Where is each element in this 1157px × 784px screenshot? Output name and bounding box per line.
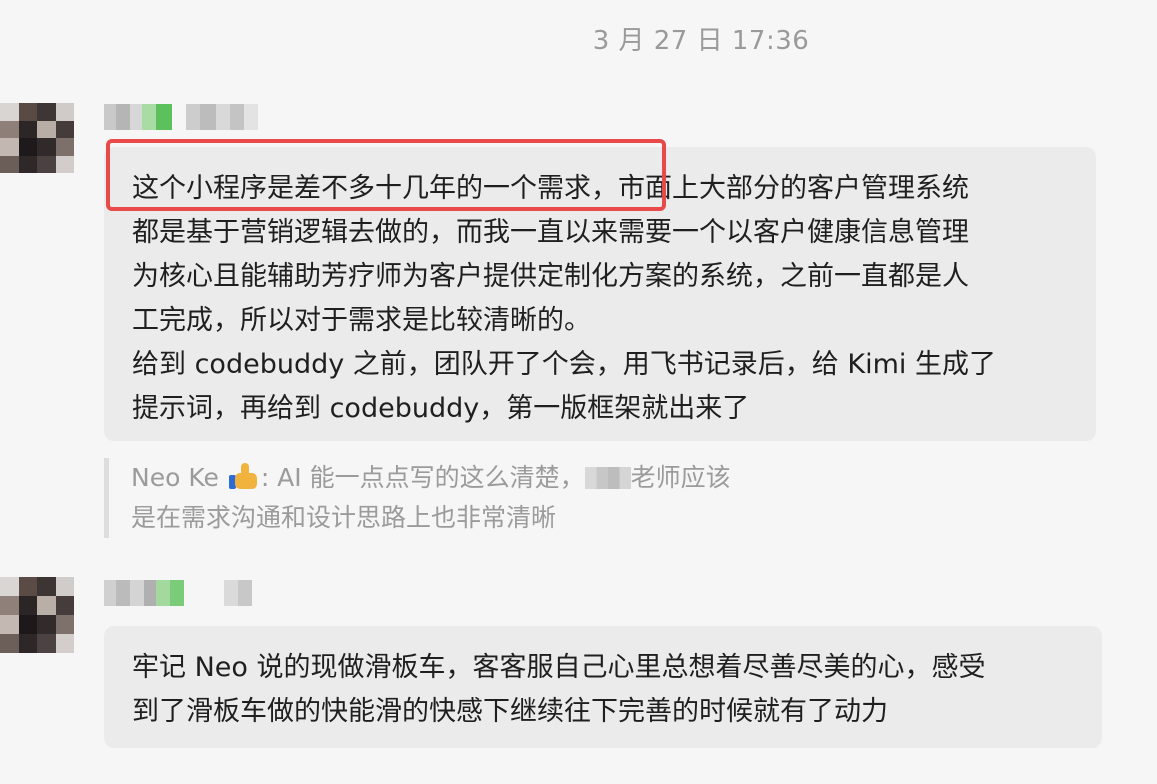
message-line: 工完成，所以对于需求是比较清晰的。	[132, 305, 591, 336]
message-line: 到了滑板车做的快能滑的快感下继续往下完善的时候就有了动力	[132, 696, 888, 727]
message-line: 都是基于营销逻辑去做的，而我一直以来需要一个以客户健康信息管理	[132, 217, 969, 248]
avatar[interactable]	[0, 577, 74, 653]
quote-line-1: Neo Ke : AI 能一点点写的这么清楚， 老师应该	[131, 458, 831, 498]
quote-author: Neo Ke	[131, 463, 219, 492]
sender-name	[104, 104, 258, 130]
quote-text: 老师应该	[630, 463, 731, 492]
quoted-reply[interactable]: Neo Ke : AI 能一点点写的这么清楚， 老师应该 是在需求沟通和设计思路上…	[104, 458, 831, 538]
message-line: 给到 codebuddy 之前，团队开了个会，用飞书记录后，给 Kimi 生成了	[132, 349, 996, 380]
avatar[interactable]	[0, 103, 74, 173]
sender-name	[104, 580, 252, 606]
blurred-name	[584, 467, 631, 489]
message-line: 为核心且能辅助芳疗师为客户提供定制化方案的系统，之前一直都是人	[132, 261, 969, 292]
thumbs-up-icon	[228, 461, 259, 491]
message-bubble[interactable]: 牢记 Neo 说的现做滑板车，客客服自己心里总想着尽善尽美的心，感受 到了滑板车…	[104, 626, 1102, 748]
message-line: 牢记 Neo 说的现做滑板车，客客服自己心里总想着尽善尽美的心，感受	[132, 652, 986, 683]
quote-line-2: 是在需求沟通和设计思路上也非常清晰	[131, 503, 557, 532]
timestamp: 3 月 27 日 17:36	[592, 26, 810, 56]
message-line: 提示词，再给到 codebuddy，第一版框架就出来了	[132, 393, 750, 424]
quote-text: : AI 能一点点写的这么清楚，	[260, 463, 585, 492]
highlight-box	[106, 139, 666, 211]
